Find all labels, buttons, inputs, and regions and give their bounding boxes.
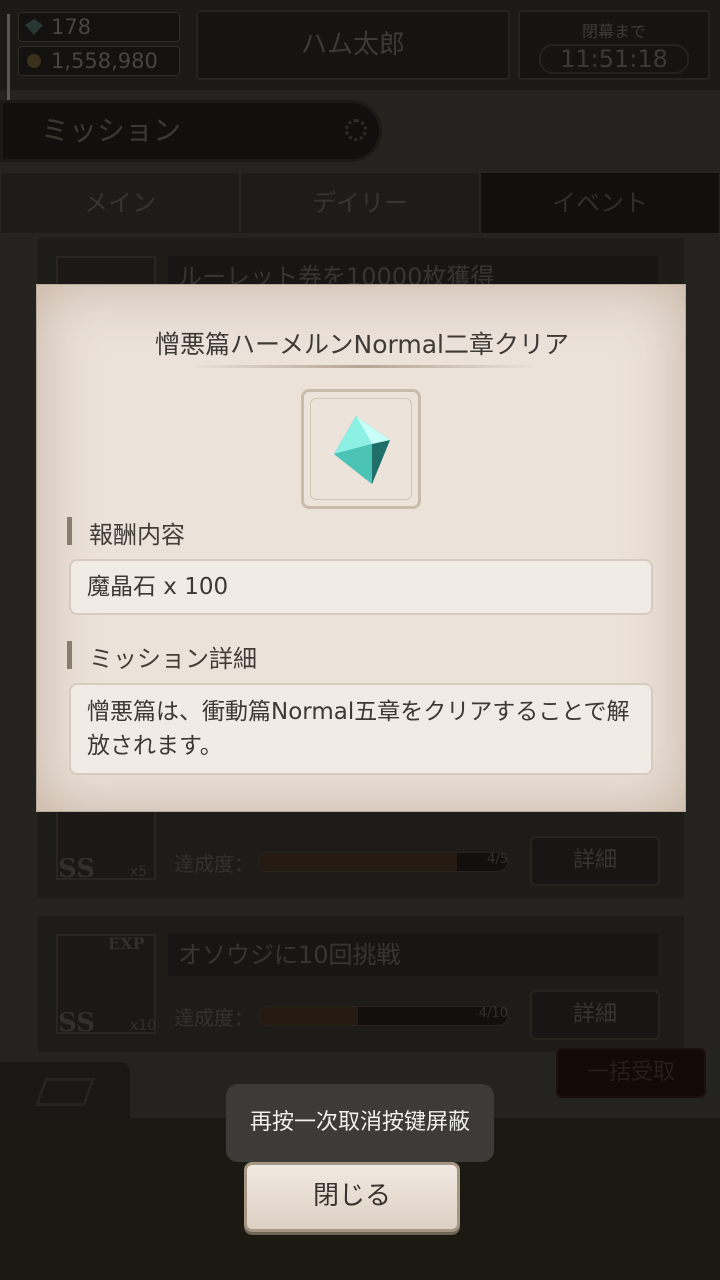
reward-section-label: 報酬内容 <box>89 521 185 549</box>
detail-section-label: ミッション詳細 <box>89 645 257 673</box>
mission-detail-dialog: 憎悪篇ハーメルンNormal二章クリア 報酬内容 魔晶石 x 100 ミッション… <box>36 284 686 812</box>
reward-icon-frame <box>301 389 421 509</box>
mission-detail-text: 憎悪篇は、衝動篇Normal五章をクリアすることで解放されます。 <box>69 683 653 775</box>
section-marker <box>67 641 72 669</box>
section-marker <box>67 517 72 545</box>
reward-value: 魔晶石 x 100 <box>69 559 653 615</box>
magic-crystal-icon <box>334 416 390 484</box>
toast-message: 再按一次取消按键屏蔽 <box>226 1084 494 1162</box>
close-button[interactable]: 閉じる <box>244 1162 460 1232</box>
dialog-title: 憎悪篇ハーメルンNormal二章クリア <box>155 330 569 359</box>
title-underline <box>187 365 537 368</box>
